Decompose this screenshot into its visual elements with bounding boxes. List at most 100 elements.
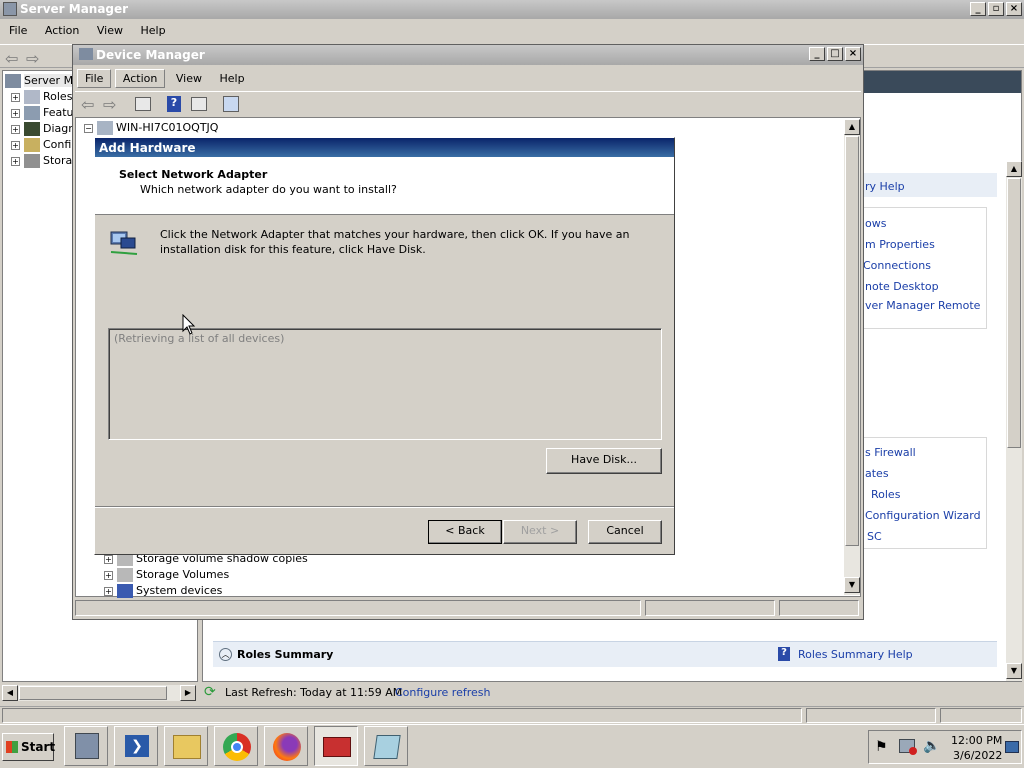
dm-close-button[interactable]: ×	[845, 47, 861, 61]
minimize-button[interactable]: _	[970, 2, 986, 16]
cancel-button[interactable]: Cancel	[588, 520, 662, 544]
vscroll-thumb[interactable]	[1007, 178, 1021, 448]
dm-minimize-button[interactable]: _	[809, 47, 825, 61]
firefox-icon	[273, 733, 301, 761]
expand-icon[interactable]: +	[11, 108, 20, 118]
dm-menu-help[interactable]: Help	[212, 70, 251, 87]
list-placeholder: (Retrieving a list of all devices)	[114, 332, 285, 345]
dm-menu-view[interactable]: View	[169, 70, 209, 87]
configure-refresh-link[interactable]: Configure refresh	[395, 686, 490, 699]
tree-item-server-manager[interactable]: Server Ma	[5, 74, 80, 90]
hscroll-thumb[interactable]	[19, 686, 167, 700]
dm-forward-icon[interactable]: ⇨	[103, 95, 116, 114]
taskbar-server-manager[interactable]	[64, 726, 108, 766]
tree-item-diagnostics[interactable]: + Diagn	[11, 122, 75, 138]
taskbar-chrome[interactable]	[214, 726, 258, 766]
device-node-storage-volumes[interactable]: + Storage Volumes	[104, 568, 229, 582]
collapse-icon[interactable]: −	[84, 123, 93, 133]
scroll-right-icon[interactable]: ▶	[180, 685, 196, 701]
task-link-configuration-wizard[interactable]: Configuration Wizard	[865, 509, 981, 522]
task-link-connections[interactable]: Connections	[863, 259, 931, 272]
expand-icon[interactable]: +	[11, 124, 20, 134]
roles-summary-help-link[interactable]: Roles Summary Help	[798, 648, 913, 661]
device-tree-root[interactable]: − WIN-HI7C01OQTJQ	[84, 121, 218, 135]
menu-view[interactable]: View	[90, 22, 130, 39]
dm-menu-file[interactable]: File	[77, 69, 112, 88]
dm-scan-icon[interactable]	[223, 96, 239, 112]
menu-action[interactable]: Action	[38, 22, 86, 39]
back-arrow-icon[interactable]: ⇦	[5, 49, 18, 68]
expand-icon[interactable]: +	[104, 554, 113, 564]
dm-help-icon[interactable]: ?	[167, 96, 181, 112]
dm-properties-icon[interactable]	[191, 97, 207, 111]
back-button[interactable]: < Back	[428, 520, 502, 544]
clock-date[interactable]: 3/6/2022	[953, 749, 1002, 762]
expand-icon[interactable]: +	[104, 586, 113, 596]
tree-item-roles[interactable]: + Roles	[11, 90, 72, 106]
maximize-button[interactable]: ▫	[988, 2, 1004, 16]
device-manager-toolbar: ⇦ ⇨ ?	[75, 91, 861, 115]
volume-muted-icon[interactable]: 🔈	[923, 738, 940, 754]
scroll-up-icon[interactable]: ▲	[1006, 161, 1022, 177]
scroll-down-icon[interactable]: ▼	[1006, 663, 1022, 679]
task-link-remote-desktop[interactable]: note Desktop	[865, 280, 939, 293]
dm-show-hide-icon[interactable]	[135, 97, 151, 111]
dm-back-icon[interactable]: ⇦	[81, 95, 94, 114]
action-center-flag-icon[interactable]: ⚑	[875, 739, 888, 755]
main-vscrollbar[interactable]: ▲ ▼	[1006, 161, 1022, 681]
next-button[interactable]: Next >	[503, 520, 577, 544]
toolbox-icon	[323, 737, 351, 757]
device-node-system-devices[interactable]: + System devices	[104, 584, 222, 598]
scroll-up-icon[interactable]: ▲	[844, 119, 860, 135]
system-icon	[117, 584, 133, 598]
forward-arrow-icon[interactable]: ⇨	[26, 49, 39, 68]
task-link-sc[interactable]: SC	[867, 530, 882, 543]
collapse-icon[interactable]: ︿	[219, 648, 232, 661]
clock-time[interactable]: 12:00 PM	[951, 734, 1002, 747]
show-desktop-icon[interactable]	[1005, 741, 1019, 753]
dm-menu-action[interactable]: Action	[114, 69, 166, 88]
task-link-roles[interactable]: Roles	[871, 488, 900, 501]
task-link-firewall[interactable]: s Firewall	[865, 446, 916, 459]
start-button[interactable]: Start	[2, 733, 55, 761]
close-button[interactable]: ×	[1006, 2, 1022, 16]
network-disconnected-icon[interactable]	[899, 739, 917, 755]
taskbar-powershell[interactable]: ❯	[114, 726, 158, 766]
add-hardware-title: Add Hardware	[99, 141, 196, 155]
taskbar-toolbox[interactable]	[314, 726, 358, 766]
device-manager-icon	[79, 48, 93, 60]
menu-file[interactable]: File	[2, 22, 34, 39]
expand-icon[interactable]: +	[104, 570, 113, 580]
have-disk-button[interactable]: Have Disk...	[546, 448, 662, 474]
task-link-updates[interactable]: ates	[865, 467, 889, 480]
network-adapter-list[interactable]: (Retrieving a list of all devices)	[108, 328, 662, 440]
menu-help[interactable]: Help	[133, 22, 172, 39]
tree-item-storage[interactable]: + Stora	[11, 154, 72, 170]
drive-icon	[117, 568, 133, 582]
device-manager-title: Device Manager	[96, 48, 205, 62]
expand-icon[interactable]: +	[11, 92, 20, 102]
wizard-header: Select Network Adapter Which network ada…	[95, 157, 674, 215]
help-link[interactable]: ry Help	[865, 180, 905, 193]
tree-hscrollbar[interactable]: ◀ ▶	[2, 685, 196, 701]
dm-vscroll-thumb[interactable]	[845, 136, 859, 546]
dm-maximize-button[interactable]: □	[827, 47, 843, 61]
tree-item-features[interactable]: + Featu	[11, 106, 74, 122]
taskbar-explorer[interactable]	[164, 726, 208, 766]
expand-icon[interactable]: +	[11, 140, 20, 150]
task-link-windows[interactable]: ows	[865, 217, 886, 230]
task-link-properties[interactable]: m Properties	[865, 238, 935, 251]
notepad-icon	[373, 735, 401, 759]
windows-logo-icon	[6, 741, 18, 753]
device-manager-titlebar: Device Manager _ □ ×	[73, 45, 863, 65]
scroll-down-icon[interactable]: ▼	[844, 577, 860, 593]
task-link-server-manager-remote[interactable]: ver Manager Remote	[865, 299, 980, 312]
expand-icon[interactable]: +	[11, 156, 20, 166]
device-manager-menubar: File Action View Help	[77, 69, 857, 89]
help-icon[interactable]: ?	[778, 647, 790, 661]
tree-item-configuration[interactable]: + Confi	[11, 138, 71, 154]
taskbar-notepad[interactable]	[364, 726, 408, 766]
scroll-left-icon[interactable]: ◀	[2, 685, 18, 701]
dm-vscrollbar[interactable]: ▲ ▼	[844, 119, 860, 595]
taskbar-firefox[interactable]	[264, 726, 308, 766]
